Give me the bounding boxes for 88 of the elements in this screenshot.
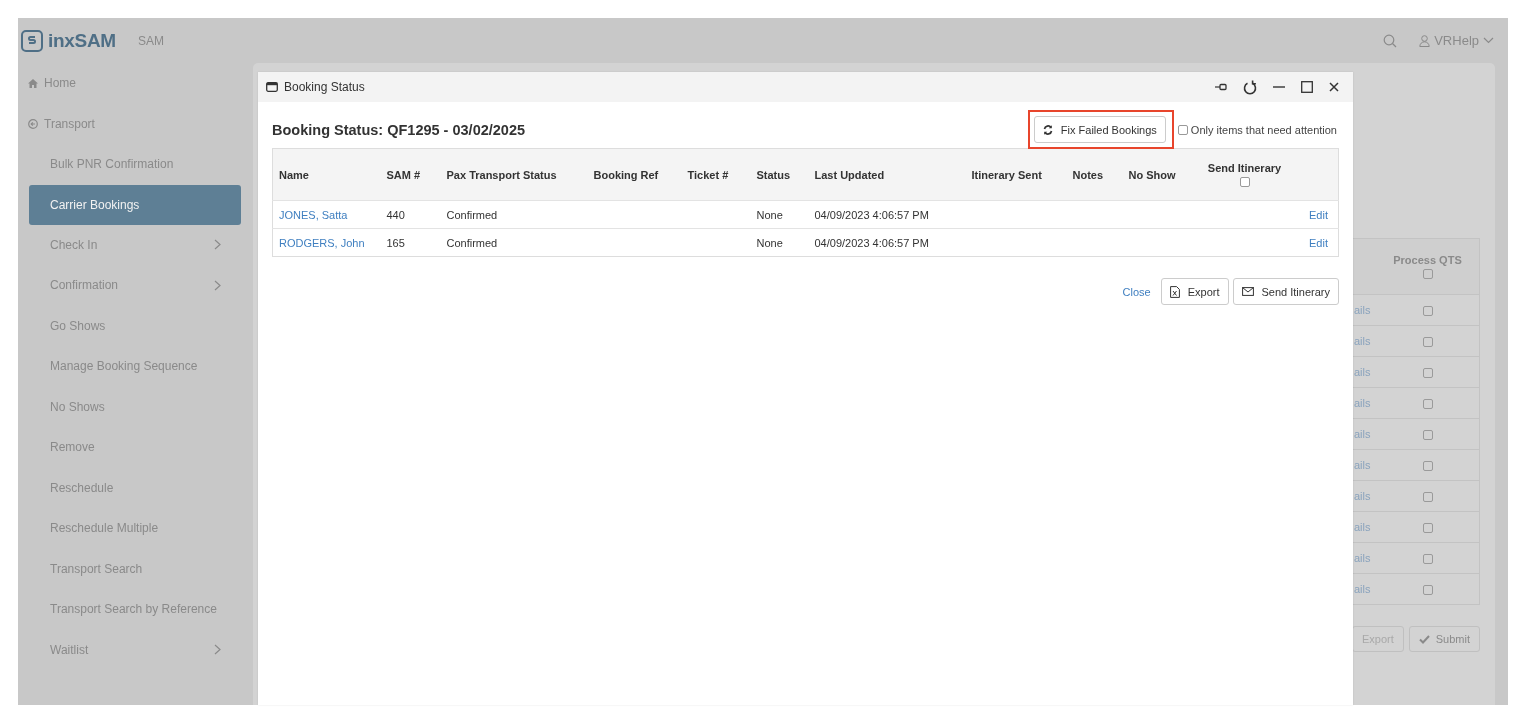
details-link[interactable]: ails xyxy=(1354,521,1371,533)
filter-checkbox[interactable] xyxy=(1177,124,1188,135)
pin-icon[interactable] xyxy=(1215,83,1227,91)
send-itinerary-button[interactable]: Send Itinerary xyxy=(1232,278,1339,305)
column-header: Name xyxy=(279,168,309,181)
details-link[interactable]: ails xyxy=(1354,366,1371,378)
column-header: Send Itinerary xyxy=(1207,162,1282,175)
checkbox[interactable] xyxy=(1422,492,1433,503)
edit-link[interactable]: Edit xyxy=(1309,236,1328,249)
table-cell: None xyxy=(756,236,783,249)
edit-link[interactable]: Edit xyxy=(1309,208,1328,221)
checkmark-icon xyxy=(1418,634,1430,644)
sidebar-item[interactable]: Bulk PNR Confirmation xyxy=(29,144,241,185)
column-header: No Show xyxy=(1128,168,1176,181)
filter-label: Only items that need attention xyxy=(1190,123,1337,136)
column-header: Ticket # xyxy=(687,168,729,181)
user-icon xyxy=(1419,34,1431,47)
select-all-checkbox[interactable] xyxy=(1422,268,1433,279)
spreadsheet-file-icon xyxy=(1169,285,1180,298)
column-header: SAM # xyxy=(386,168,421,181)
checkbox[interactable] xyxy=(1422,399,1433,410)
sidebar-item[interactable]: Waitlist xyxy=(29,629,241,670)
sidebar-item[interactable]: Confirmation xyxy=(29,265,241,306)
refresh-icon xyxy=(1042,124,1053,135)
envelope-icon xyxy=(1241,287,1254,296)
table-cell: 04/09/2023 4:06:57 PM xyxy=(814,236,929,249)
sidebar-item[interactable]: Reschedule Multiple xyxy=(29,508,241,549)
dialog-heading: Booking Status: QF1295 - 03/02/2025 xyxy=(272,121,527,138)
checkbox[interactable] xyxy=(1422,430,1433,441)
table-cell: None xyxy=(756,208,783,221)
close-icon[interactable] xyxy=(1329,82,1339,92)
refresh-icon[interactable] xyxy=(1243,79,1257,95)
chevron-down-icon xyxy=(1483,37,1494,44)
minimize-icon[interactable] xyxy=(1273,86,1285,88)
export-button[interactable]: Export xyxy=(1160,278,1229,305)
column-header: Pax Transport Status xyxy=(446,168,557,181)
details-link[interactable]: ails xyxy=(1354,490,1371,502)
details-link[interactable]: ails xyxy=(1354,397,1371,409)
app-name: SAM xyxy=(137,33,164,48)
checkbox[interactable] xyxy=(1422,368,1433,379)
details-link[interactable]: ails xyxy=(1354,335,1371,347)
sidebar-item[interactable]: Remove xyxy=(29,427,241,468)
search-icon[interactable] xyxy=(1383,33,1398,48)
fix-failed-bookings-button[interactable]: Fix Failed Bookings xyxy=(1033,116,1166,143)
checkbox[interactable] xyxy=(1422,461,1433,472)
details-link[interactable]: ails xyxy=(1354,459,1371,471)
table-cell: Confirmed xyxy=(446,208,498,221)
sidebar-item[interactable]: Reschedule xyxy=(29,467,241,508)
sidebar-item[interactable]: Home xyxy=(18,63,241,104)
checkbox[interactable] xyxy=(1422,585,1433,596)
details-link[interactable]: ails xyxy=(1354,304,1371,316)
sidebar-item[interactable]: Check In xyxy=(29,224,241,265)
column-header: Process QTS xyxy=(1393,254,1462,267)
table-cell: 165 xyxy=(386,236,405,249)
column-header: Notes xyxy=(1072,168,1104,181)
checkbox[interactable] xyxy=(1422,306,1433,317)
logo: inxSAM xyxy=(21,29,116,52)
checkbox[interactable] xyxy=(1422,554,1433,565)
sidebar-item[interactable]: Transport xyxy=(18,103,241,144)
sidebar-item[interactable]: Carrier Bookings xyxy=(29,184,241,225)
table-cell: 440 xyxy=(386,208,405,221)
column-header: Last Updated xyxy=(814,168,885,181)
dialog-title: Booking Status xyxy=(284,80,366,94)
column-header: Itinerary Sent xyxy=(971,168,1042,181)
sidebar-item[interactable]: Transport Search by Reference xyxy=(29,589,241,630)
table-cell: 04/09/2023 4:06:57 PM xyxy=(814,208,929,221)
close-link[interactable]: Close xyxy=(1122,285,1151,298)
details-link[interactable]: ails xyxy=(1354,583,1371,595)
table-cell: Confirmed xyxy=(446,236,498,249)
window-icon xyxy=(266,82,278,92)
checkbox[interactable] xyxy=(1422,337,1433,348)
sidebar-item[interactable]: Go Shows xyxy=(29,305,241,346)
column-header: Status xyxy=(756,168,791,181)
column-header: Booking Ref xyxy=(593,168,659,181)
passenger-name-link[interactable]: JONES, Satta xyxy=(279,208,348,221)
sidebar-item[interactable]: No Shows xyxy=(29,386,241,427)
circle-arrow-icon xyxy=(28,118,38,129)
maximize-icon[interactable] xyxy=(1301,81,1313,93)
passenger-name-link[interactable]: RODGERS, John xyxy=(279,236,365,249)
sidebar-item[interactable]: Transport Search xyxy=(29,548,241,589)
details-link[interactable]: ails xyxy=(1354,428,1371,440)
checkbox[interactable] xyxy=(1422,523,1433,534)
submit-button[interactable]: Submit xyxy=(1408,626,1480,652)
select-all-checkbox[interactable] xyxy=(1239,176,1250,187)
home-icon xyxy=(28,78,38,88)
user-menu[interactable]: VRHelp xyxy=(1419,33,1494,48)
sidebar-item[interactable]: Manage Booking Sequence xyxy=(29,346,241,387)
details-link[interactable]: ails xyxy=(1354,552,1371,564)
